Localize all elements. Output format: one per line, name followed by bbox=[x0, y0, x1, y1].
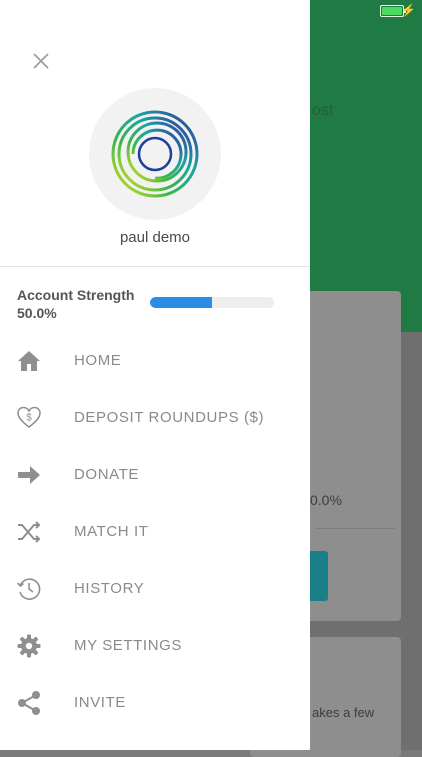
menu-item-label: HISTORY bbox=[74, 580, 145, 597]
background-card-text: akes a few bbox=[312, 705, 375, 720]
heart-dollar-icon: $ bbox=[15, 404, 43, 432]
menu-item-invite[interactable]: INVITE bbox=[0, 674, 310, 731]
account-strength-progress-fill bbox=[150, 297, 212, 308]
charging-icon: ⚡ bbox=[401, 3, 416, 17]
menu-item-history[interactable]: HISTORY bbox=[0, 560, 310, 617]
menu-item-label: INVITE bbox=[74, 694, 126, 711]
background-header-text: ost bbox=[312, 102, 334, 119]
background-percent-text: 0.0% bbox=[310, 492, 342, 508]
close-icon[interactable] bbox=[28, 48, 54, 74]
navigation-drawer: paul demo Account Strength 50.0% HOME $ … bbox=[0, 0, 310, 750]
gear-icon bbox=[15, 632, 43, 660]
menu-item-my-settings[interactable]: MY SETTINGS bbox=[0, 617, 310, 674]
menu-item-match-it[interactable]: MATCH IT bbox=[0, 503, 310, 560]
menu-item-label: DEPOSIT ROUNDUPS ($) bbox=[74, 409, 265, 426]
menu-item-deposit-roundups[interactable]: $ DEPOSIT ROUNDUPS ($) bbox=[0, 389, 310, 446]
logo-icon bbox=[111, 110, 199, 198]
avatar[interactable] bbox=[89, 88, 221, 220]
menu-item-home[interactable]: HOME bbox=[0, 332, 310, 389]
shuffle-icon bbox=[15, 518, 43, 546]
account-strength-label: Account Strength bbox=[17, 287, 135, 303]
account-strength: Account Strength 50.0% bbox=[17, 286, 134, 322]
menu-item-label: HOME bbox=[74, 352, 122, 369]
user-name: paul demo bbox=[119, 229, 191, 246]
svg-text:$: $ bbox=[26, 412, 32, 423]
home-icon bbox=[15, 347, 43, 375]
history-icon bbox=[15, 575, 43, 603]
account-strength-progress-bar bbox=[150, 297, 274, 308]
divider bbox=[0, 266, 310, 267]
menu-item-label: MATCH IT bbox=[74, 523, 149, 540]
menu-item-label: MY SETTINGS bbox=[74, 637, 183, 654]
share-icon bbox=[15, 689, 43, 717]
background-divider bbox=[315, 528, 395, 529]
account-strength-value: 50.0% bbox=[17, 305, 57, 321]
menu-item-label: DONATE bbox=[74, 466, 139, 483]
menu-item-donate[interactable]: DONATE bbox=[0, 446, 310, 503]
arrow-right-icon bbox=[15, 461, 43, 489]
